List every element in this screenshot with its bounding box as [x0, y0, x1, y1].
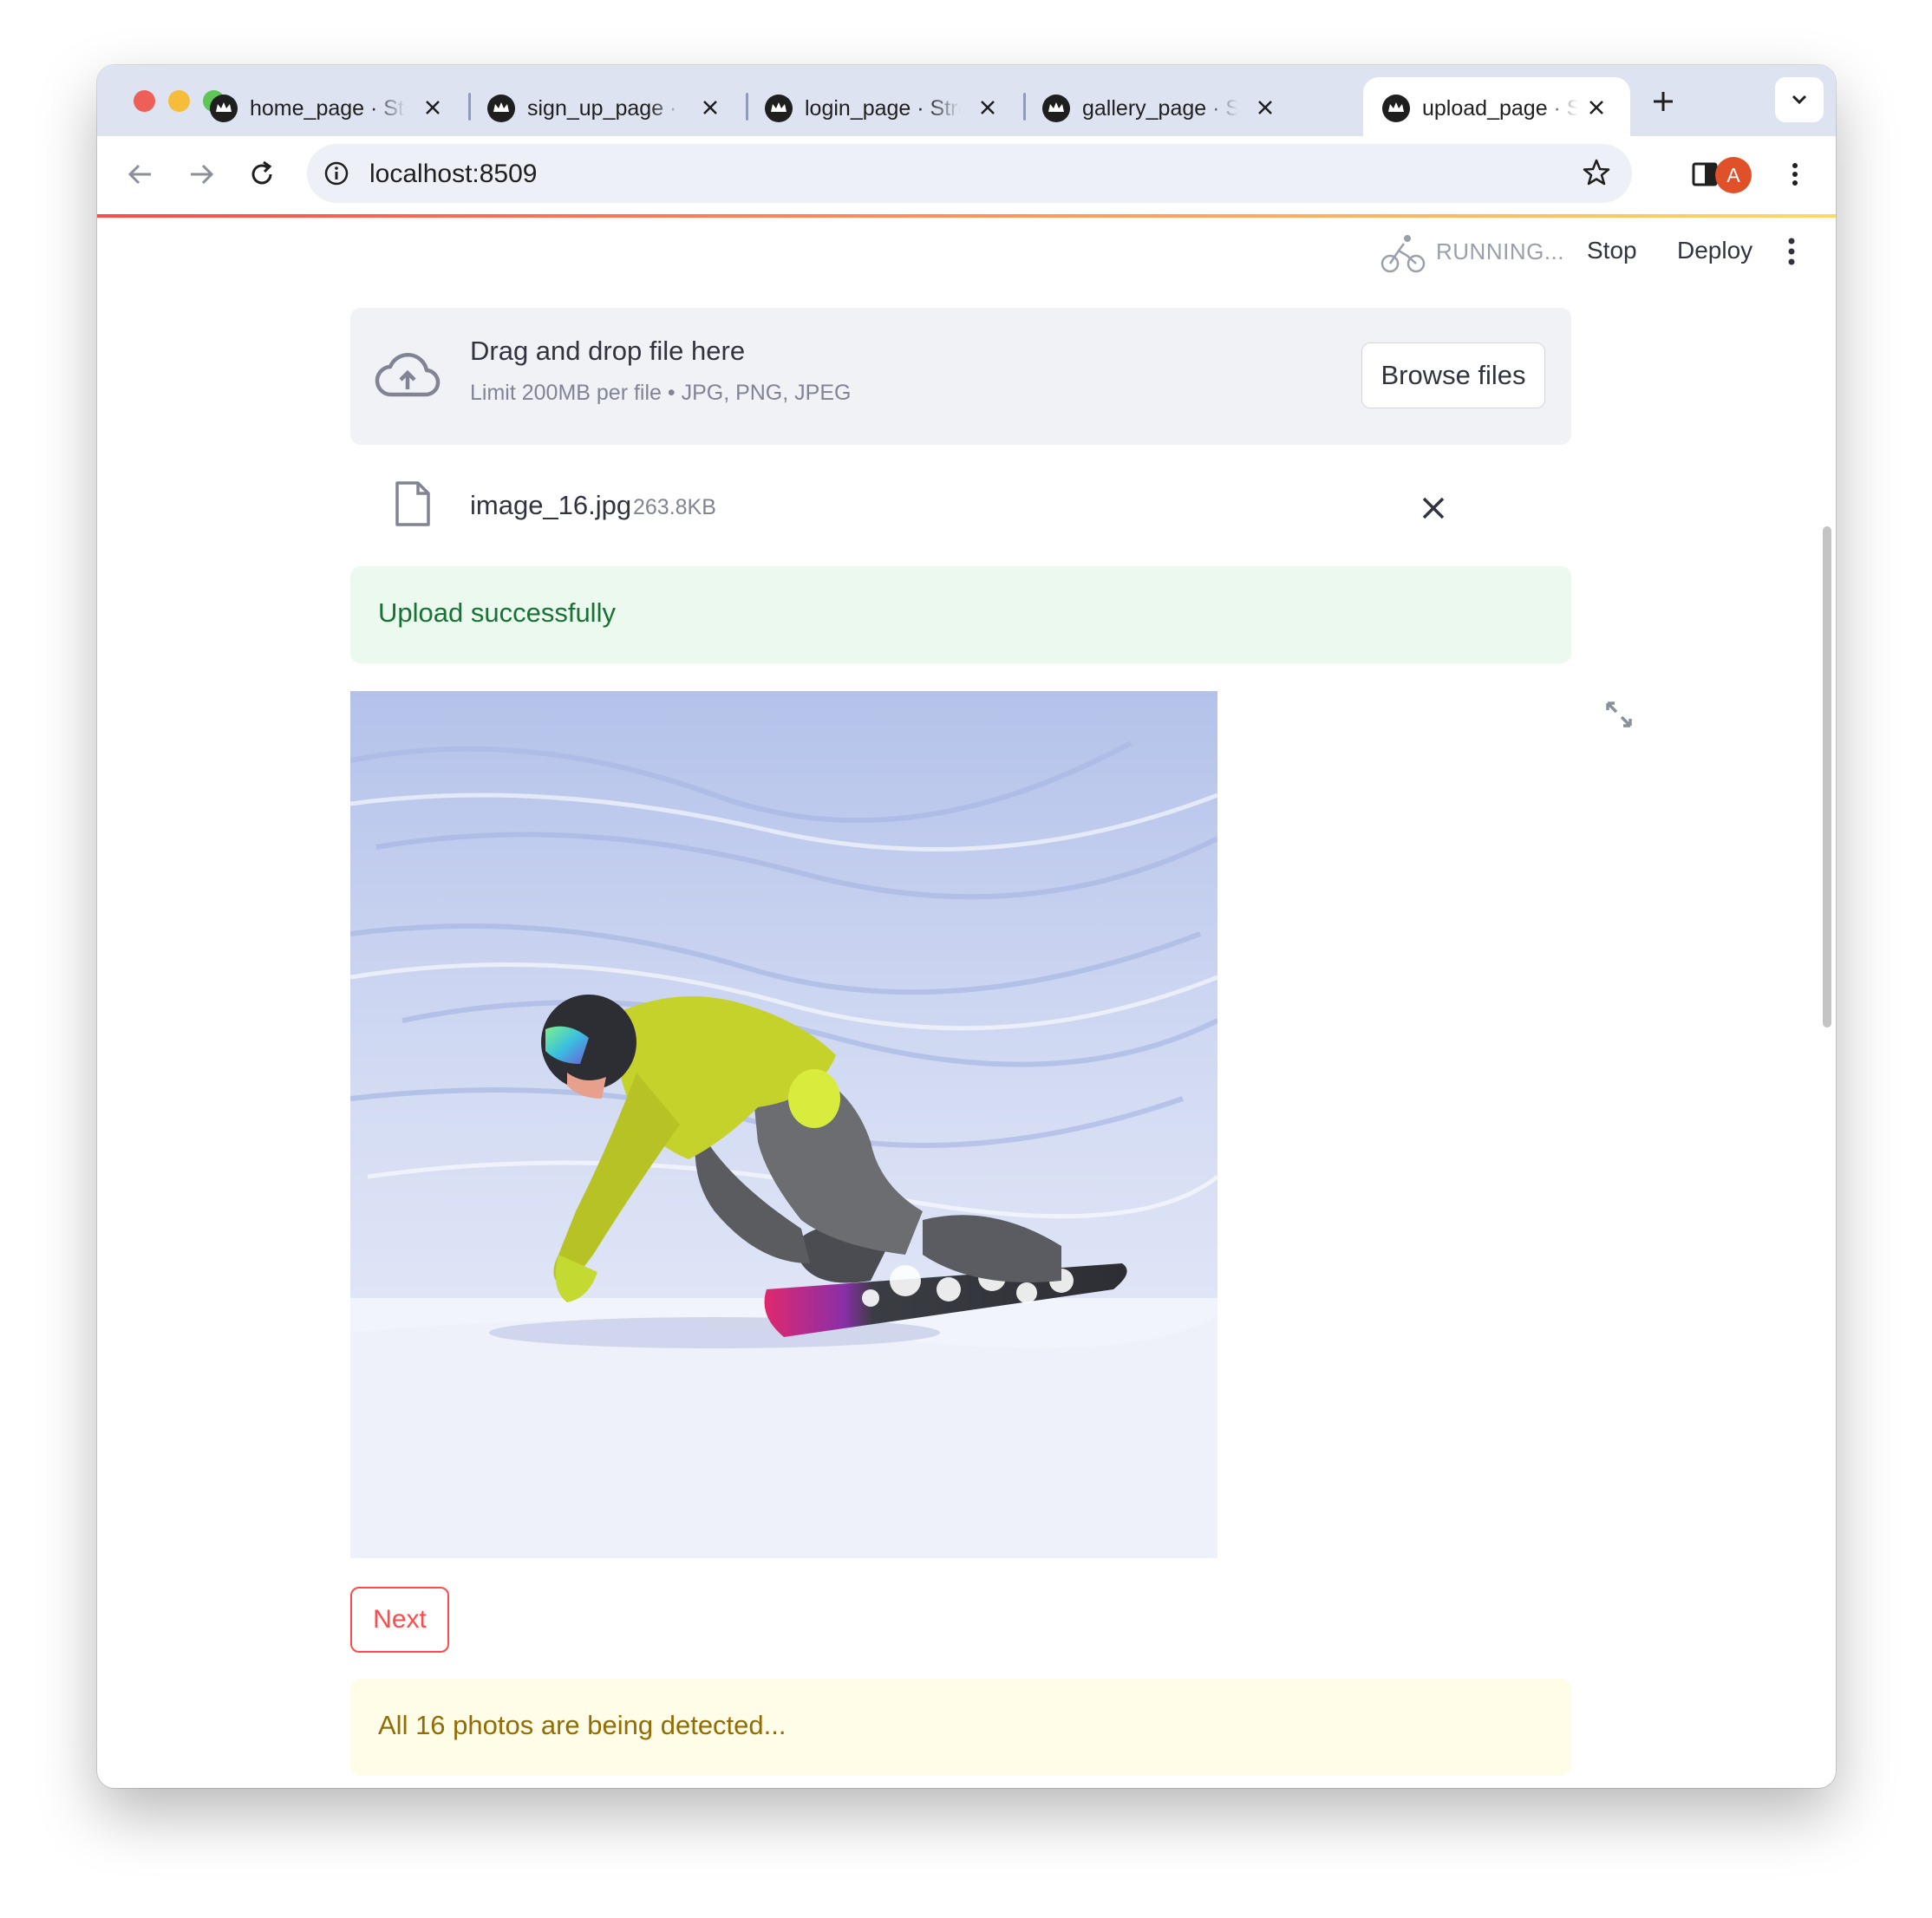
- new-tab-icon[interactable]: [1651, 89, 1675, 114]
- warning-alert: All 16 photos are being detected...: [350, 1679, 1571, 1776]
- fullscreen-expand-icon[interactable]: [1604, 700, 1634, 729]
- remove-file-icon[interactable]: [1420, 495, 1446, 521]
- bookmark-star-icon[interactable]: [1582, 158, 1611, 187]
- avatar-initial: A: [1726, 164, 1740, 186]
- streamlit-favicon-icon: [1042, 95, 1070, 122]
- deploy-button[interactable]: Deploy: [1677, 237, 1753, 264]
- running-status: RUNNING...: [1436, 238, 1564, 264]
- dropzone-title: Drag and drop file here: [470, 336, 746, 366]
- close-tab-icon[interactable]: [1587, 98, 1606, 117]
- uploaded-file-item: image_16.jpg 263.8KB: [350, 464, 1571, 551]
- close-tab-icon[interactable]: [1256, 98, 1275, 117]
- tab-login-page[interactable]: login_page · Streamlit: [746, 77, 1023, 136]
- close-tab-icon[interactable]: [701, 98, 720, 117]
- streamlit-favicon-icon: [487, 95, 515, 122]
- close-tab-icon[interactable]: [978, 98, 997, 117]
- running-bicycle-icon: [1380, 235, 1426, 273]
- browse-files-button[interactable]: Browse files: [1361, 342, 1545, 408]
- tab-title: sign_up_page · Streamlit: [527, 96, 683, 121]
- streamlit-favicon-icon: [210, 95, 238, 122]
- forward-arrow-icon[interactable]: [186, 159, 217, 190]
- file-dropzone[interactable]: Drag and drop file here Limit 200MB per …: [350, 308, 1571, 445]
- minimize-window-button[interactable]: [168, 90, 190, 112]
- reload-icon[interactable]: [246, 159, 277, 190]
- next-button[interactable]: Next: [350, 1587, 449, 1653]
- tab-home-page[interactable]: home_page · Streamlit: [191, 77, 468, 136]
- uploaded-image: [350, 691, 1217, 1558]
- tab-title: login_page · Streamlit: [805, 96, 961, 121]
- page-scrollbar[interactable]: [1823, 526, 1831, 1028]
- streamlit-favicon-icon: [1382, 95, 1410, 122]
- avatar[interactable]: A: [1715, 157, 1752, 193]
- success-alert: Upload successfully: [350, 566, 1571, 663]
- tab-upload-page[interactable]: upload_page · Streamlit: [1363, 77, 1630, 136]
- success-message: Upload successfully: [378, 597, 616, 628]
- browser-menu-icon[interactable]: [1779, 159, 1811, 190]
- browser-window: home_page · Streamlit sign_up_page · Str…: [97, 65, 1836, 1788]
- file-icon: [395, 481, 430, 526]
- dropzone-limits: Limit 200MB per file • JPG, PNG, JPEG: [470, 381, 852, 405]
- site-info-icon[interactable]: [324, 161, 349, 186]
- browser-toolbar: localhost:8509 A: [97, 136, 1836, 214]
- tab-title: gallery_page · Streamlit: [1082, 96, 1238, 121]
- tab-strip: home_page · Streamlit sign_up_page · Str…: [97, 65, 1836, 136]
- warning-message: All 16 photos are being detected...: [378, 1710, 787, 1740]
- stop-button[interactable]: Stop: [1587, 237, 1637, 264]
- url-text: localhost:8509: [369, 160, 538, 188]
- tab-gallery-page[interactable]: gallery_page · Streamlit: [1023, 77, 1301, 136]
- app-header: RUNNING... Stop Deploy: [97, 218, 1836, 280]
- streamlit-favicon-icon: [765, 95, 793, 122]
- close-window-button[interactable]: [134, 90, 155, 112]
- app-menu-icon[interactable]: [1785, 237, 1798, 266]
- tab-sign-up-page[interactable]: sign_up_page · Streamlit: [468, 77, 746, 136]
- file-name: image_16.jpg: [470, 490, 632, 520]
- snowboarder-photo: [350, 691, 1217, 1558]
- cloud-upload-icon: [375, 352, 441, 397]
- chevron-down-icon: [1792, 95, 1807, 105]
- close-tab-icon[interactable]: [423, 98, 442, 117]
- address-bar[interactable]: localhost:8509: [307, 144, 1632, 203]
- tab-search-button[interactable]: [1775, 77, 1824, 122]
- tab-title: home_page · Streamlit: [250, 96, 406, 121]
- back-arrow-icon[interactable]: [125, 159, 156, 190]
- file-size: 263.8KB: [633, 495, 716, 519]
- tab-title: upload_page · Streamlit: [1422, 96, 1578, 121]
